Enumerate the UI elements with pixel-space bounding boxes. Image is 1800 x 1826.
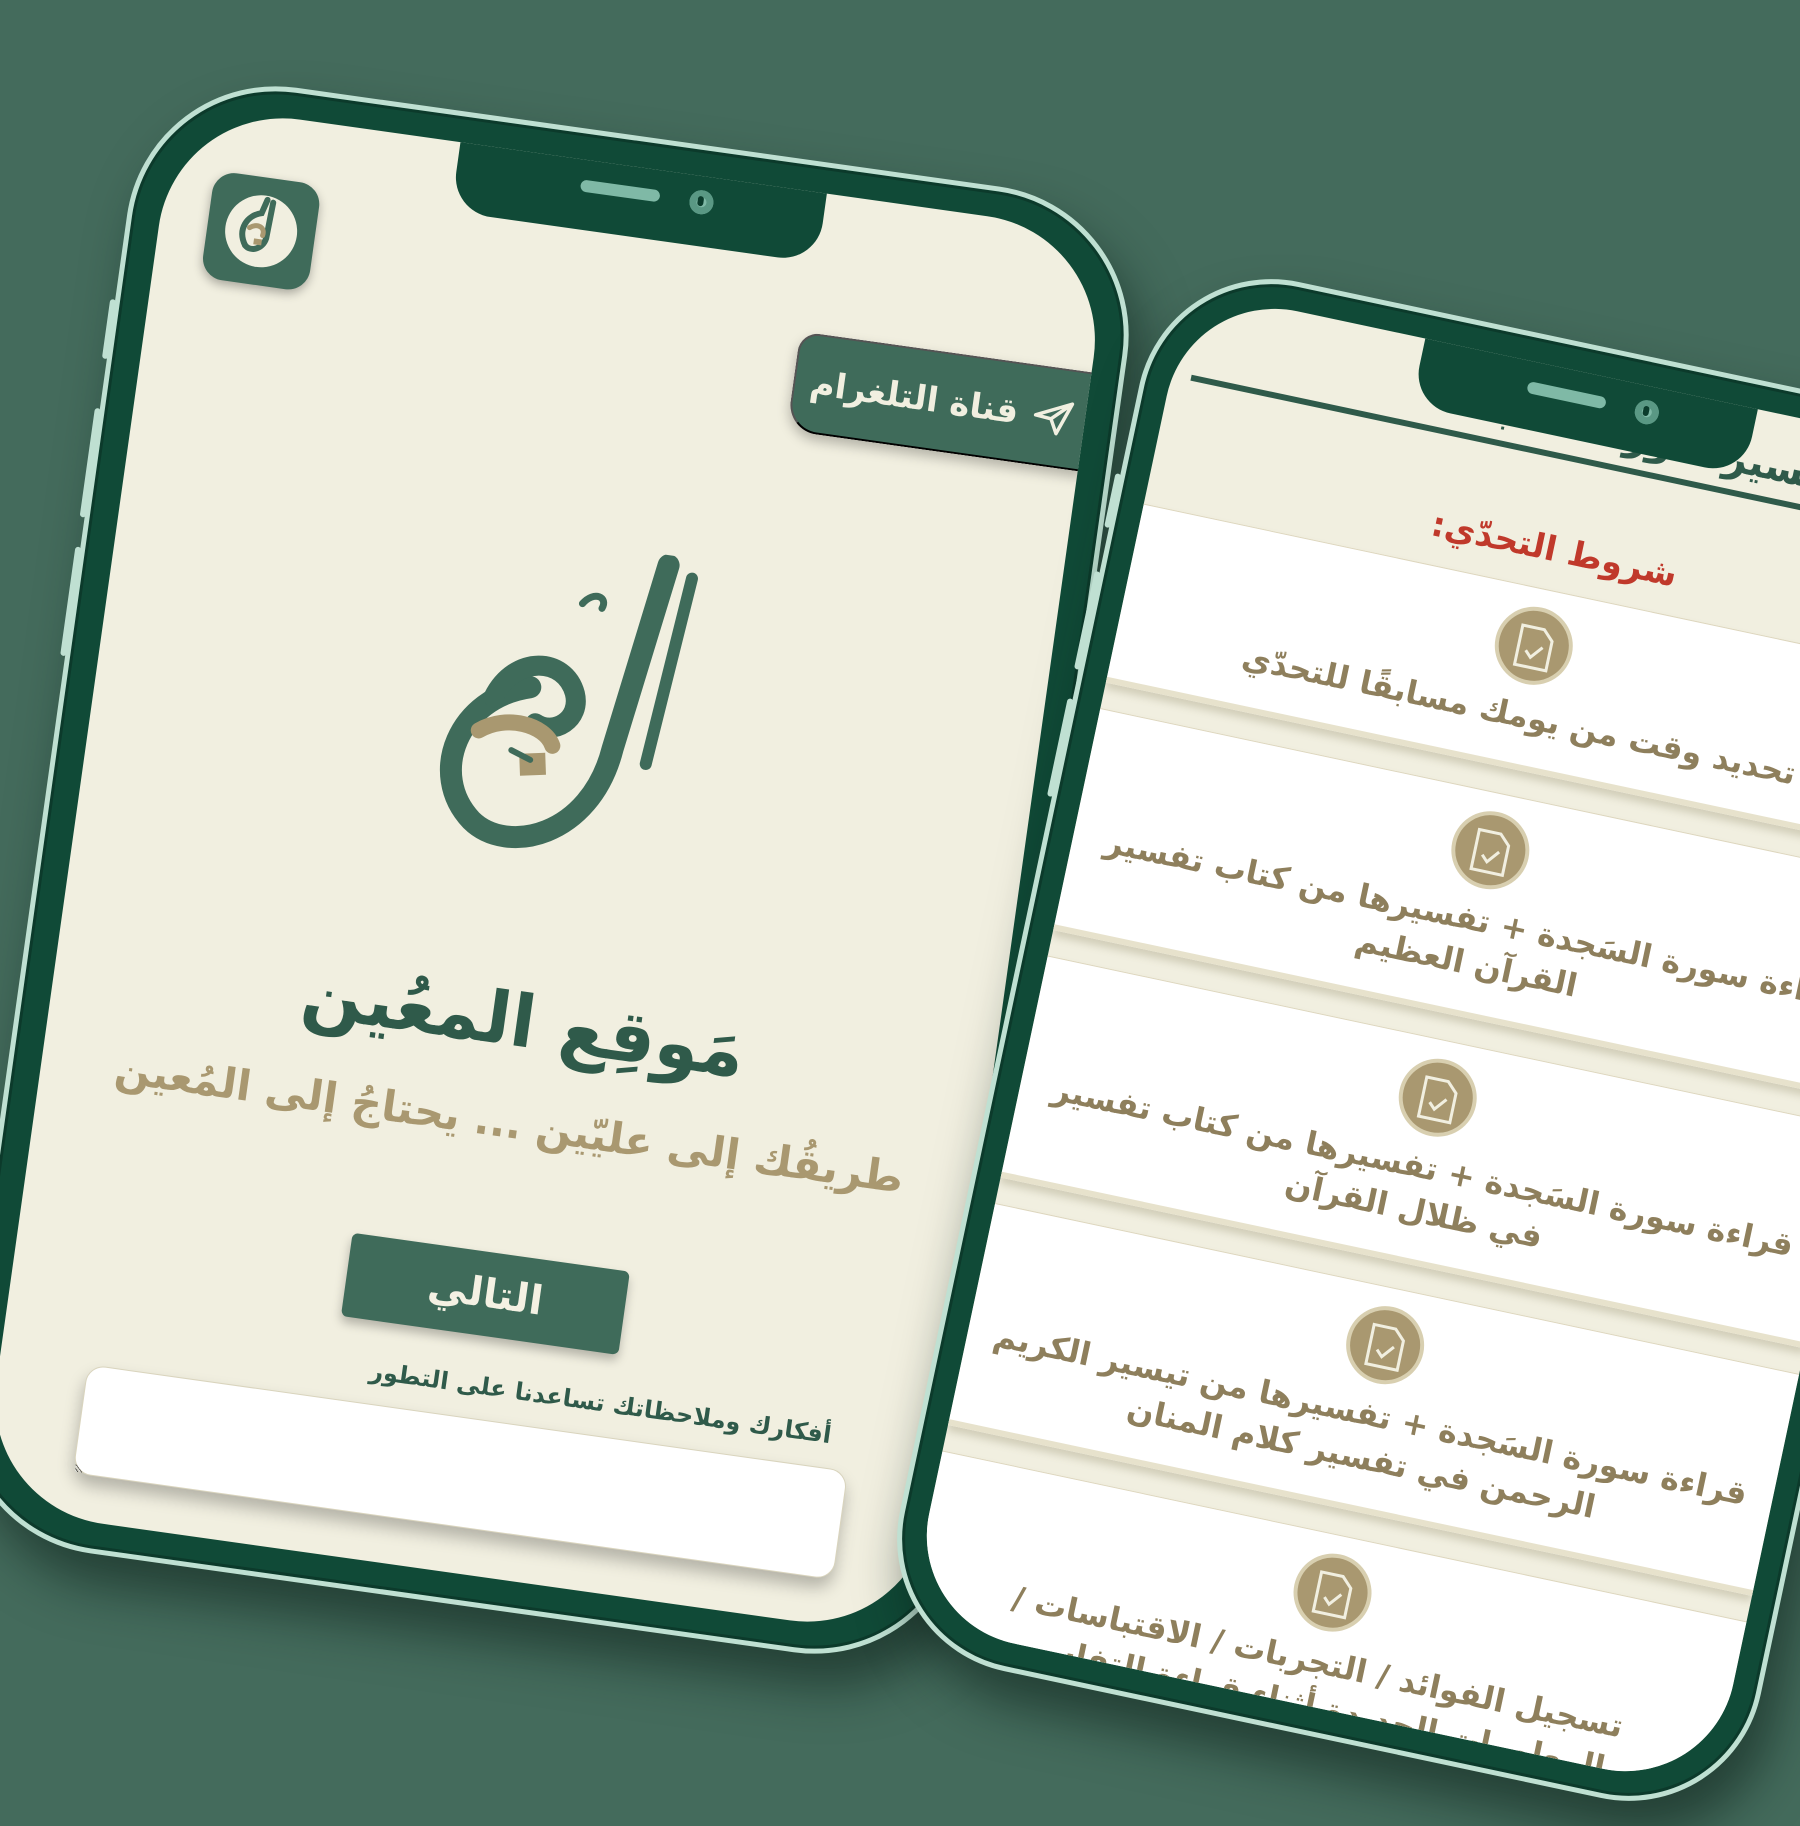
next-button[interactable]: التالي [340, 1232, 630, 1355]
document-check-icon [1444, 803, 1537, 897]
telegram-channel-button[interactable]: قناة التلغرام [786, 331, 1098, 473]
speaker-grille [579, 179, 661, 203]
document-check-icon [1391, 1051, 1484, 1144]
paper-plane-icon [1033, 402, 1075, 436]
phone-notch [450, 140, 828, 263]
document-check-icon [1487, 599, 1581, 693]
camera-lens [687, 188, 716, 216]
camera-lens [1632, 397, 1662, 427]
document-check-icon [1286, 1546, 1379, 1639]
almuin-calligraphy-logo [439, 554, 698, 849]
speaker-grille [1526, 380, 1607, 410]
telegram-button-label: قناة التلغرام [807, 363, 1022, 433]
phone-left-volume-up [79, 407, 101, 518]
almuin-logo-icon[interactable] [200, 170, 323, 293]
phone-left-mute-switch [101, 298, 117, 360]
document-check-icon [1338, 1298, 1432, 1392]
phone-left-volume-down [60, 546, 82, 657]
